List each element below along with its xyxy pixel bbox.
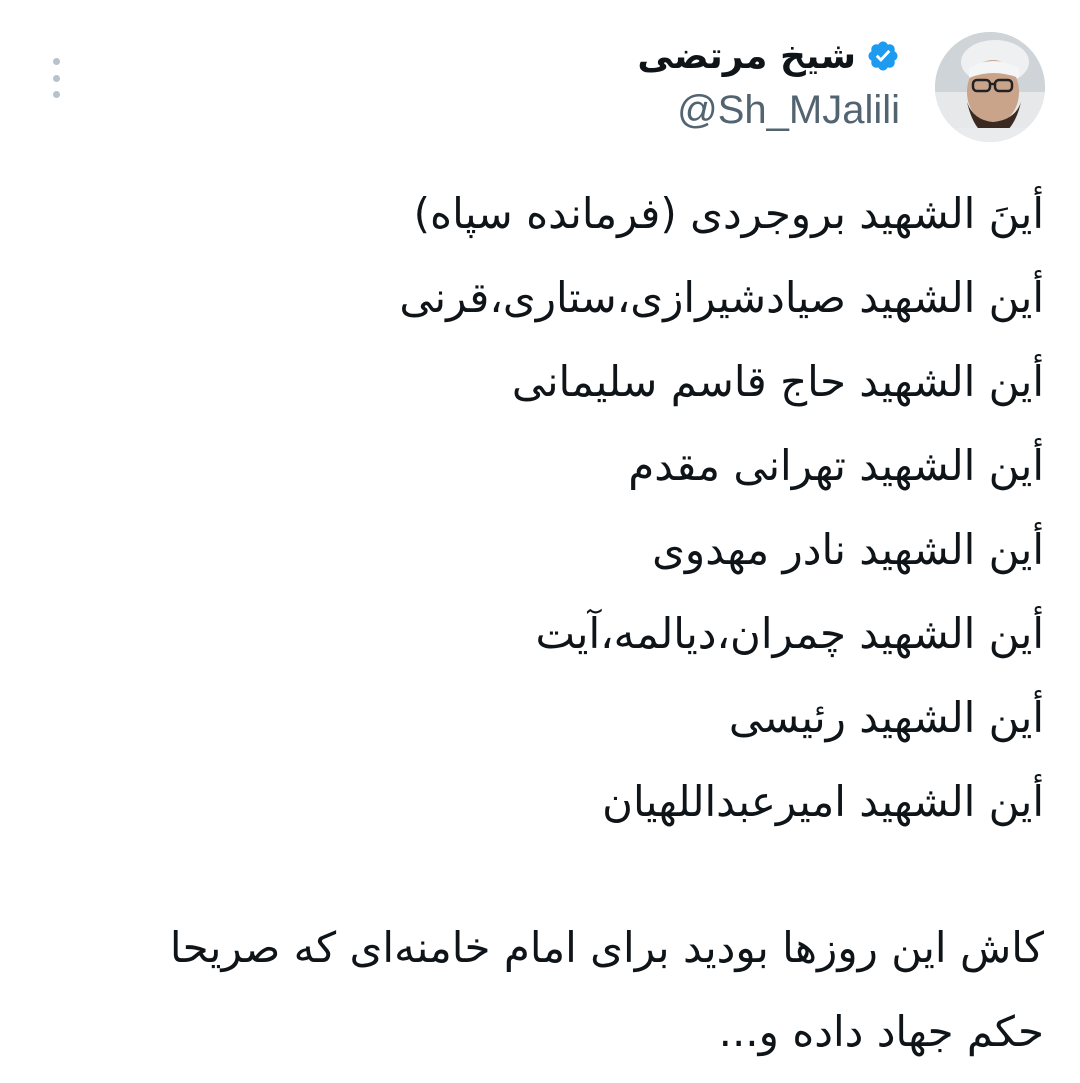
tweet-line-2: أین الشهید صیادشیرازی،ستاری،قرنی: [399, 273, 1044, 322]
tweet-line-4: أین الشهید تهرانی مقدم: [628, 441, 1044, 490]
tweet-line-7: أین الشهید رئیسی: [728, 693, 1044, 742]
author-name-row[interactable]: شیخ مرتضی: [637, 30, 900, 82]
tweet-line-1: أينَ الشهید بروجردی (فرمانده سپاه): [413, 189, 1044, 238]
verified-badge-icon: [866, 39, 900, 73]
author-handle[interactable]: @Sh_MJalili: [637, 88, 900, 133]
tweet-closing-line-1: کاش این روزها بودید برای امام خامنه‌ای ک…: [169, 923, 1044, 972]
more-vertical-icon-dot-3: [52, 91, 60, 98]
more-options-button[interactable]: [44, 58, 68, 98]
more-vertical-icon-dot-2: [52, 74, 60, 82]
more-vertical-icon-dot-1: [52, 58, 60, 65]
avatar-photo: [935, 32, 1045, 142]
tweet-text: أينَ الشهید بروجردی (فرمانده سپاه) أین ا…: [34, 172, 1044, 1074]
tweet-line-8: أین الشهید امیرعبداللهیان: [602, 777, 1044, 826]
author-display-name[interactable]: شیخ مرتضی: [637, 36, 856, 77]
tweet-line-6: أین الشهید چمران،دیالمه،آیت: [535, 609, 1044, 658]
avatar[interactable]: [935, 32, 1045, 142]
tweet-card: شیخ مرتضی @Sh_MJalili أينَ الشهید بروجرد…: [0, 0, 1080, 1083]
author-info: شیخ مرتضی @Sh_MJalili: [637, 30, 900, 133]
tweet-closing-line-2: حکم جهاد داده و...: [718, 1007, 1044, 1056]
tweet-line-5: أین الشهید نادر مهدوی: [652, 525, 1044, 574]
tweet-line-3: أین الشهید حاج قاسم سلیمانی: [511, 357, 1044, 406]
